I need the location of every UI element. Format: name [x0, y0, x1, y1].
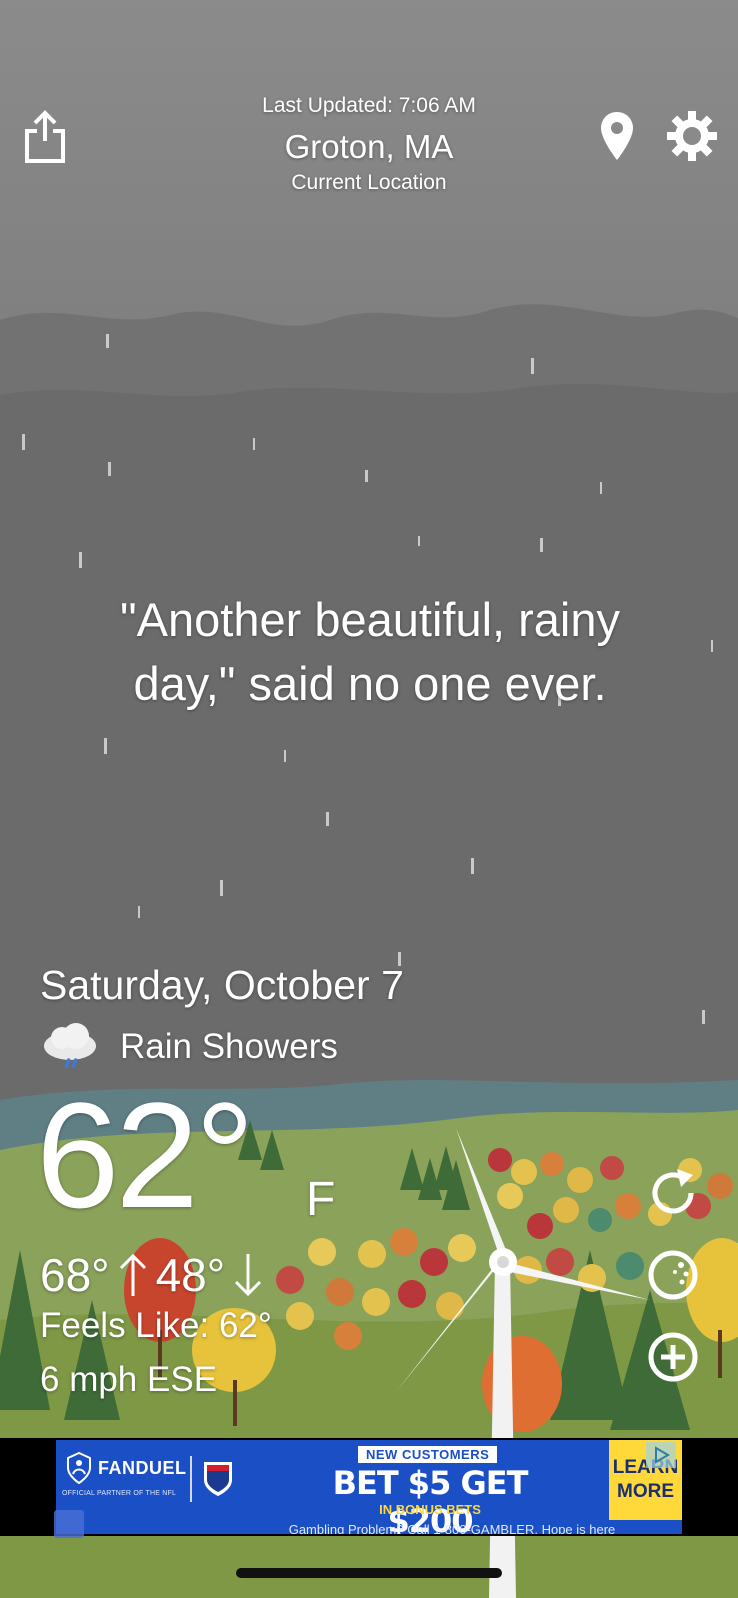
ad-cta-line2: MORE	[617, 1481, 674, 1502]
wind-info: 6 mph ESE	[40, 1360, 218, 1399]
ad-brand: FANDUEL	[66, 1452, 187, 1484]
ad-brand-name: FANDUEL	[98, 1457, 187, 1478]
settings-button[interactable]	[664, 108, 720, 164]
radar-icon	[648, 1250, 698, 1300]
ad-divider	[190, 1456, 192, 1502]
fanduel-shield-icon	[67, 1452, 91, 1484]
add-location-button[interactable]	[644, 1328, 702, 1386]
arrow-down-icon	[235, 1254, 262, 1297]
share-icon	[25, 110, 65, 163]
current-location-label: Current Location	[291, 171, 447, 194]
location-button[interactable]	[596, 108, 638, 164]
condition-row: Rain Showers	[40, 1022, 338, 1072]
home-indicator[interactable]	[236, 1568, 502, 1578]
weather-scene-background	[0, 0, 738, 1598]
high-temperature: 68°	[40, 1249, 110, 1301]
rain-cloud-icon	[44, 1023, 96, 1069]
temperature-unit[interactable]: F	[306, 1172, 335, 1227]
ad-disclaimer: Gambling Problem? Call 1-800-GAMBLER. Ho…	[288, 1522, 616, 1534]
location-pin-icon	[601, 112, 633, 160]
forecast-date: Saturday, October 7	[40, 962, 404, 1008]
ad-subheadline: IN BONUS BETS	[379, 1502, 481, 1517]
radar-button[interactable]	[644, 1246, 702, 1304]
refresh-icon	[652, 1169, 694, 1214]
ad-badge: NEW CUSTOMERS	[358, 1446, 498, 1463]
nfl-shield-icon	[204, 1462, 232, 1496]
ad-choices-icon[interactable]	[646, 1442, 676, 1468]
refresh-button[interactable]	[644, 1164, 702, 1222]
ad-network-icon	[54, 1510, 84, 1538]
share-button[interactable]	[22, 108, 68, 164]
weather-quote: "Another beautiful, rainy day," said no …	[119, 593, 621, 710]
low-temperature: 48°	[155, 1249, 226, 1301]
condition-text: Rain Showers	[120, 1027, 338, 1066]
ad-banner[interactable]: FANDUEL OFFICIAL PARTNER OF THE NFL NEW …	[56, 1440, 682, 1534]
current-temperature: 62°	[36, 1071, 255, 1239]
gear-icon	[667, 111, 717, 161]
arrow-up-icon	[119, 1253, 146, 1296]
feels-like: Feels Like: 62°	[40, 1306, 272, 1345]
high-low-row: 68° 48°	[40, 1248, 265, 1302]
add-icon	[648, 1332, 698, 1382]
ad-partner-text: OFFICIAL PARTNER OF THE NFL	[62, 1490, 177, 1497]
